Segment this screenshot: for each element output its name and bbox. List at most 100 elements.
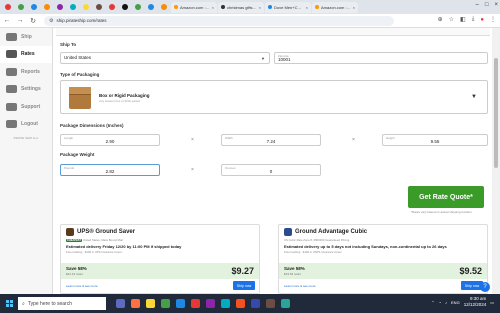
window-controls: – □ ×	[476, 2, 498, 8]
tab-favicon-4[interactable]	[41, 2, 53, 13]
close-window-icon[interactable]: ×	[494, 2, 498, 8]
width-field[interactable]: Width 7.24	[221, 134, 321, 146]
edge-icon[interactable]	[176, 299, 185, 308]
service-subtitle: United States, Mass Bound Mail	[83, 238, 123, 242]
scrollbar-thumb[interactable]	[494, 58, 498, 168]
windows-start-icon[interactable]	[0, 294, 18, 313]
reload-icon[interactable]: ↻	[29, 17, 37, 25]
tab-favicon-5[interactable]	[54, 2, 66, 13]
quote-note: *Rates vary based on actual shipping loc…	[411, 210, 472, 214]
rate-card-header: Ground Advantage Cubic	[284, 228, 367, 236]
get-rate-quote-button[interactable]: Get Rate Quote*	[408, 186, 484, 208]
language-indicator[interactable]: ENG	[451, 300, 460, 305]
height-field[interactable]: Height 9.55	[382, 134, 488, 146]
tab-favicon-8[interactable]	[93, 2, 105, 13]
app-icon[interactable]	[131, 299, 140, 308]
sidebar-item-support[interactable]: Support	[0, 98, 52, 116]
clock[interactable]: 9:30 am 12/12/2024	[464, 296, 487, 308]
app-icon[interactable]	[236, 299, 245, 308]
ounces-value: 0	[269, 169, 273, 174]
address-bar[interactable]: ⚙ ship.pirateship.com/rates	[44, 15, 394, 26]
help-chat-icon[interactable]: ?	[480, 282, 490, 292]
sidebar-item-label: Support	[21, 103, 41, 110]
browser-tab[interactable]: Amazon.com : Th ×	[171, 1, 217, 13]
times-symbol: ×	[352, 137, 355, 143]
delivery-estimate: Estimated delivery Friday 12/20 by 11:00…	[66, 244, 182, 249]
app-icon[interactable]	[206, 299, 215, 308]
browser-tab[interactable]: christmas gifts - K ×	[218, 1, 264, 13]
bookmark-star-icon[interactable]: ☆	[449, 16, 454, 23]
amazon-icon	[315, 5, 319, 9]
app-icon[interactable]	[281, 299, 290, 308]
kohls-icon	[221, 5, 225, 9]
sidebar-item-settings[interactable]: Settings	[0, 81, 52, 99]
download-icon[interactable]: ⤓	[472, 16, 475, 23]
rate-card-usps: Ground Advantage Cubic US Cubic Rate Zon…	[278, 224, 488, 294]
app-icon[interactable]	[191, 299, 200, 308]
site-info-icon[interactable]: ⚙	[49, 18, 53, 24]
settings-icon	[6, 85, 17, 94]
height-value: 9.55	[430, 139, 440, 144]
extensions-icon[interactable]: ◧	[460, 16, 466, 23]
tab-favicon-1[interactable]	[2, 2, 14, 13]
tab-favicon-12[interactable]	[145, 2, 157, 13]
packaging-select[interactable]: Box or Rigid Packaging Any custom box or…	[60, 80, 488, 114]
sidebar-item-reports[interactable]: Reports	[0, 63, 52, 81]
file-explorer-icon[interactable]	[146, 299, 155, 308]
packaging-label: Type of Packaging	[60, 72, 100, 77]
sidebar-item-logout[interactable]: Logout	[0, 116, 52, 134]
minimize-icon[interactable]: –	[476, 2, 479, 8]
chevron-up-icon[interactable]: ⌃	[431, 300, 434, 305]
pounds-field[interactable]: Pounds 2.82	[60, 164, 160, 176]
chevron-down-icon: ▼	[471, 94, 477, 100]
forward-icon[interactable]: →	[16, 17, 24, 24]
zoom-icon[interactable]: ⊕	[438, 16, 443, 23]
service-details: Free tracking · $100 in UPS Insurance Co…	[66, 250, 122, 254]
close-icon[interactable]: ×	[212, 5, 214, 10]
browser-tab[interactable]: Amazon.com : Do ×	[312, 1, 358, 13]
tab-favicon-7[interactable]	[80, 2, 92, 13]
sidebar-footer: PIRATE SHIP LLC	[13, 136, 39, 140]
tab-favicon-11[interactable]	[132, 2, 144, 13]
length-field[interactable]: Length 2.90	[60, 134, 160, 146]
menu-icon[interactable]: ⋮	[490, 16, 496, 23]
sidebar-item-rates[interactable]: Rates	[0, 45, 52, 63]
taskbar: ⌕ Type here to search ⌃ ◔ ♪ ENG 9:30 am …	[0, 294, 500, 313]
tab-favicon-9[interactable]	[106, 2, 118, 13]
volume-icon[interactable]: ♪	[445, 300, 447, 305]
app-icon[interactable]	[221, 299, 230, 308]
back-icon[interactable]: ←	[3, 17, 11, 24]
close-icon[interactable]: ×	[353, 5, 355, 10]
page-scrollbar[interactable]	[492, 28, 500, 294]
maximize-icon[interactable]: □	[485, 2, 489, 8]
tab-favicon-6[interactable]	[67, 2, 79, 13]
sidebar-item-ship[interactable]: Ship	[0, 28, 52, 46]
ship-now-button[interactable]: Ship now	[233, 281, 255, 290]
network-icon[interactable]: ◔	[439, 300, 441, 305]
weight-label: Package Weight	[60, 152, 95, 157]
learn-more-link[interactable]: Learn more & see more	[284, 284, 316, 288]
tab-favicon-3[interactable]	[28, 2, 40, 13]
chevron-down-icon: ▼	[261, 56, 265, 61]
chrome-icon[interactable]	[161, 299, 170, 308]
ounces-field[interactable]: Ounces 0	[221, 164, 321, 176]
tab-favicon-13[interactable]	[158, 2, 170, 13]
close-icon[interactable]: ×	[259, 5, 261, 10]
task-view-icon[interactable]	[116, 299, 125, 308]
country-select[interactable]: United States ▼	[60, 52, 270, 64]
pounds-value: 2.82	[105, 169, 115, 174]
app-icon[interactable]	[266, 299, 275, 308]
tab-title: Amazon.com : Th	[180, 4, 210, 10]
carrier-title: Ground Advantage Cubic	[295, 229, 368, 235]
dimensions-label: Package Dimensions (Inches)	[60, 123, 124, 128]
notification-icon[interactable]: ▭	[490, 300, 494, 305]
tab-favicon-2[interactable]	[15, 2, 27, 13]
learn-more-link[interactable]: Learn more & see more	[66, 284, 98, 288]
app-icon[interactable]	[251, 299, 260, 308]
zip-field[interactable]: Zipcode 10001	[274, 52, 488, 64]
tab-favicon-10[interactable]	[119, 2, 131, 13]
taskbar-search[interactable]: ⌕ Type here to search	[18, 297, 106, 310]
profile-avatar[interactable]: ●	[480, 17, 484, 23]
browser-tab[interactable]: Dove Men+Care - ×	[265, 1, 311, 13]
close-icon[interactable]: ×	[306, 5, 308, 10]
